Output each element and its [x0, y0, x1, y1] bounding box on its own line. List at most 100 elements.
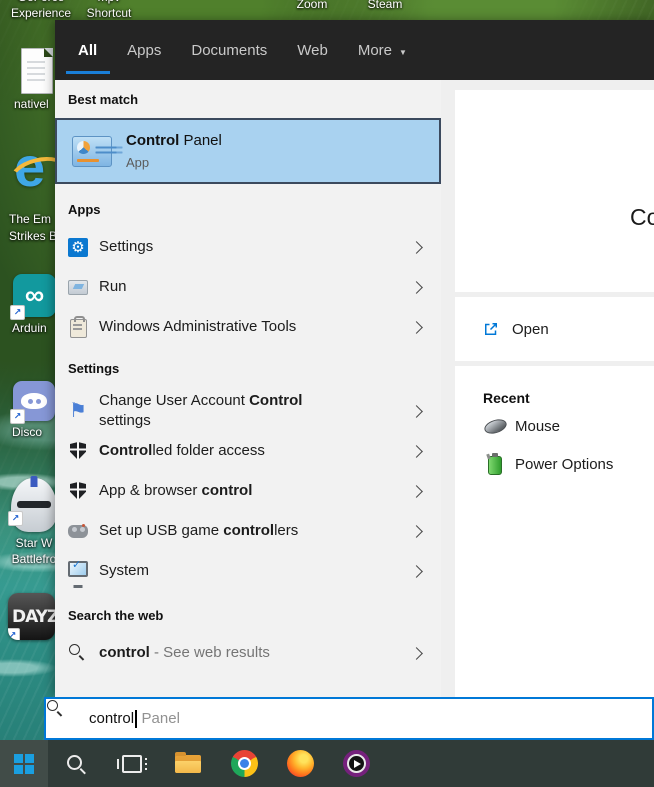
taskbar-task-view-button[interactable] [104, 740, 160, 787]
firefox-icon [286, 750, 314, 777]
shortcut-arrow-icon [10, 305, 25, 320]
taskbar-firefox-button[interactable] [272, 740, 328, 787]
recent-item-mouse[interactable]: Mouse [482, 408, 654, 444]
recent-item-label: Mouse [515, 417, 561, 435]
chevron-right-icon[interactable] [410, 404, 423, 418]
search-icon [66, 754, 86, 774]
result-item-label: Controlled folder access [99, 442, 265, 459]
screen: GeForceExperience mpvShortcut Zoom Steam… [0, 0, 654, 787]
control-panel-icon [72, 135, 112, 167]
result-item-settings[interactable]: Settings [55, 227, 441, 267]
chevron-right-icon[interactable] [410, 320, 423, 334]
search-icon [60, 710, 77, 727]
result-item-label: Run [99, 278, 127, 295]
result-item-web-control[interactable]: control - See web results [55, 633, 441, 673]
search-results-area: Best match Control Panel App Apps Settin… [55, 80, 654, 697]
result-item-label: App & browser control [99, 482, 253, 499]
taskbar-file-explorer-button[interactable] [160, 740, 216, 787]
desktop-label-mpv-shortcut[interactable]: mpvShortcut [66, 0, 152, 21]
result-item-label: Set up USB game controllers [99, 522, 299, 539]
dayz-icon[interactable]: DAYZDayZ Se [8, 593, 55, 640]
windows-logo-icon [14, 753, 34, 774]
security-shield-icon [70, 442, 86, 460]
shortcut-arrow-icon [10, 409, 25, 424]
start-button[interactable] [0, 740, 48, 787]
chevron-right-icon[interactable] [410, 240, 423, 254]
result-item-label: Settings [99, 238, 154, 255]
best-match-title: Control Panel [126, 132, 222, 149]
open-action[interactable]: Open [455, 297, 654, 361]
open-external-icon [485, 323, 497, 335]
chevron-right-icon[interactable] [410, 484, 423, 498]
search-typed-text: control [89, 710, 135, 727]
desktop-label-zoom[interactable]: Zoom [282, 0, 342, 12]
section-header-apps: Apps [68, 202, 101, 217]
folder-icon [175, 751, 201, 773]
run-icon [68, 279, 88, 295]
tab-documents[interactable]: Documents [191, 20, 267, 80]
search-flyout: All Apps Documents Web More Best match C… [55, 20, 654, 697]
settings-gear-icon [68, 237, 88, 257]
result-item-app-browser-control[interactable]: App & browser control [55, 471, 441, 511]
recent-item-label: Power Options [515, 455, 614, 473]
arduino-icon[interactable]: Arduin [10, 274, 56, 335]
tab-web[interactable]: Web [297, 20, 328, 80]
taskbar-media-player-button[interactable] [328, 740, 384, 787]
discord-icon[interactable]: Disco [10, 381, 55, 439]
desktop-icon-natively[interactable]: nativel [14, 48, 53, 111]
chevron-right-icon[interactable] [410, 444, 423, 458]
media-player-icon [342, 750, 370, 777]
chevron-right-icon[interactable] [410, 564, 423, 578]
tab-apps[interactable]: Apps [127, 20, 161, 80]
result-item-admin-tools[interactable]: Windows Administrative Tools [55, 307, 441, 347]
chevron-right-icon[interactable] [410, 646, 423, 660]
taskbar-search-button[interactable] [48, 740, 104, 787]
shortcut-arrow-icon [8, 511, 23, 526]
security-shield-icon [70, 482, 86, 500]
chrome-icon [230, 750, 258, 777]
internet-explorer-icon[interactable]: The EmStrikes B [9, 134, 58, 243]
tab-all[interactable]: All [78, 20, 97, 80]
result-item-controlled-folder-access[interactable]: Controlled folder access [55, 431, 441, 471]
shortcut-arrow-icon [8, 628, 20, 640]
uac-flag-icon [68, 401, 88, 421]
desktop-icon-label: The EmStrikes B [9, 212, 58, 243]
result-item-usb-game-controllers[interactable]: Set up USB game controllers [55, 511, 441, 551]
taskbar-chrome-button[interactable] [216, 740, 272, 787]
desktop-icon-label: nativel [14, 97, 49, 111]
result-item-label: Windows Administrative Tools [99, 318, 297, 335]
preview-app-title: Control Panel [630, 204, 654, 230]
section-header-settings: Settings [68, 361, 120, 376]
helmet-fin [30, 476, 38, 487]
search-input[interactable]: control Panel [44, 697, 654, 740]
dayz-logo-text: DAYZ [12, 606, 55, 627]
tab-more[interactable]: More [358, 20, 407, 80]
preview-pane: Control Panel Open Recent Mouse Power Op… [455, 80, 654, 697]
result-item-system[interactable]: System [55, 551, 441, 591]
mouse-icon [482, 416, 508, 436]
admin-tools-icon [69, 318, 87, 338]
best-match-control-panel[interactable]: Control Panel App [55, 118, 441, 184]
results-preview-divider [441, 80, 455, 697]
battery-icon [488, 455, 502, 475]
chevron-right-icon[interactable] [410, 524, 423, 538]
result-item-label: System [99, 562, 150, 579]
battlefront-icon[interactable]: Star WBattlefro [8, 476, 57, 566]
result-item-uac-settings[interactable]: Change User Account Control settings [55, 391, 441, 431]
result-item-label: Change User Account Control settings [99, 392, 303, 429]
desktop-label-line: Shortcut [86, 6, 132, 20]
chevron-right-icon[interactable] [410, 280, 423, 294]
recent-card: Recent Mouse Power Options [455, 366, 654, 697]
recent-item-power-options[interactable]: Power Options [483, 446, 654, 482]
desktop-icon-label: Arduin [12, 321, 47, 335]
recent-header: Recent [483, 390, 530, 406]
taskbar [0, 740, 654, 787]
preview-app-card: Control Panel [455, 90, 654, 292]
desktop-label-steam[interactable]: Steam [352, 0, 418, 12]
section-header-best-match: Best match [68, 92, 139, 107]
result-item-run[interactable]: Run [55, 267, 441, 307]
desktop-icon-label: Disco [12, 425, 43, 439]
search-icon [70, 645, 87, 662]
search-tabs-bar: All Apps Documents Web More [55, 20, 654, 80]
result-item-label: control - See web results [99, 644, 270, 661]
